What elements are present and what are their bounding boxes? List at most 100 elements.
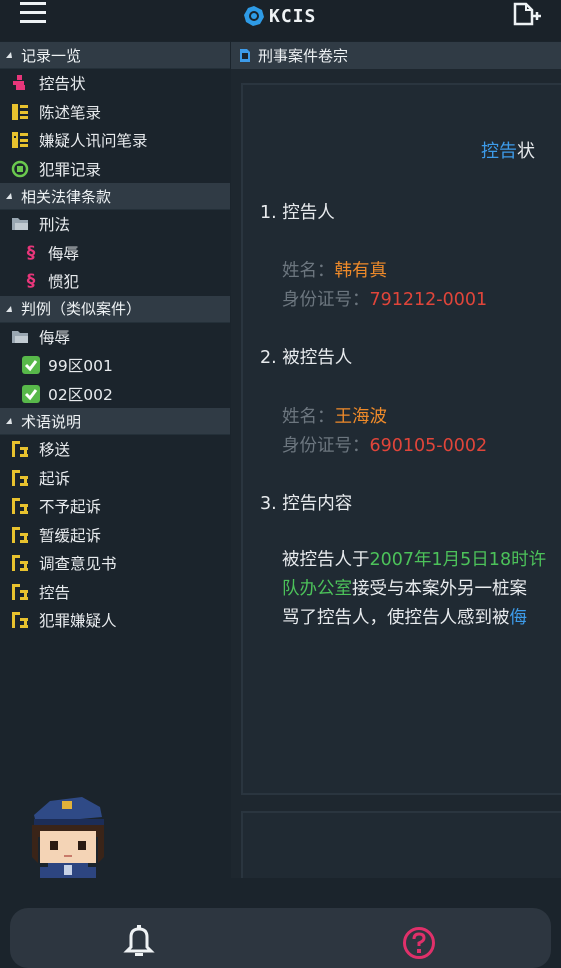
next-document (241, 811, 561, 878)
sidebar-item-label: 起诉 (39, 469, 71, 488)
complaint-line-3: 骂了控告人，使控告人感到被侮 (282, 604, 527, 633)
sidebar-item-label: 不予起诉 (39, 498, 102, 517)
case-file-title: 刑事案件卷宗 (258, 47, 349, 65)
sidebar-item-label: 惯犯 (48, 273, 80, 292)
document-title: 控告状 (481, 137, 535, 163)
sidebar-term-prosecution[interactable]: 起诉 (0, 464, 230, 493)
accused-id[interactable]: 690105-0002 (370, 436, 488, 456)
id-label: 身份证号： (282, 290, 370, 310)
term-icon (12, 555, 28, 572)
statement-icon (12, 103, 28, 120)
sidebar-item-label: 控告 (39, 583, 71, 602)
line-text: 被控告人于 (282, 550, 370, 570)
section-header-records[interactable]: 记录一览 (0, 42, 230, 69)
section-header-terms[interactable]: 术语说明 (0, 408, 230, 435)
complaint-line-2: 队办公室接受与本案外另一桩案 (282, 575, 527, 604)
term-icon (12, 526, 28, 543)
incident-location[interactable]: 队办公室 (282, 579, 352, 599)
sidebar-term-suspect[interactable]: 犯罪嫌疑人 (0, 606, 230, 635)
sidebar-item-label: 犯罪嫌疑人 (39, 612, 117, 631)
criminal-record-icon (11, 160, 29, 177)
complaint-icon (13, 75, 25, 91)
sidebar-folder-insult[interactable]: 侮辱 (0, 323, 230, 352)
line-text: 接受与本案外另一桩案 (352, 579, 527, 599)
sidebar-item-complaint[interactable]: 控告状 (0, 69, 230, 98)
app-logo: KCIS (243, 3, 316, 29)
section-title: 判例（类似案件） (21, 300, 142, 318)
sidebar: 记录一览 控告状 陈述笔录 嫌疑人讯问笔录 犯罪记录 相关法律条款 刑法 § 侮… (0, 42, 230, 878)
sidebar-term-complaint[interactable]: 控告 (0, 578, 230, 607)
term-icon (12, 498, 28, 515)
sidebar-term-deferred-prosecution[interactable]: 暂缓起诉 (0, 521, 230, 550)
document-title-keyword[interactable]: 控告 (481, 141, 517, 162)
sidebar-item-label: 刑法 (39, 216, 71, 235)
section-icon: § (26, 271, 36, 292)
collapse-icon (6, 193, 12, 199)
sidebar-term-transfer[interactable]: 移送 (0, 435, 230, 464)
bell-icon[interactable] (122, 923, 156, 957)
section-title: 记录一览 (21, 46, 82, 65)
section-title: 相关法律条款 (21, 187, 112, 206)
sidebar-item-label: 99区001 (48, 357, 113, 376)
section-title: 术语说明 (21, 412, 82, 431)
case-file-header: 刑事案件卷宗 (231, 42, 561, 69)
document-title-rest: 状 (517, 141, 535, 162)
sidebar-item-label: 暂缓起诉 (39, 526, 102, 545)
accused-name[interactable]: 王海波 (335, 407, 388, 427)
sidebar-item-habitual-offender[interactable]: § 惯犯 (0, 267, 230, 296)
sidebar-item-label: 调查意见书 (39, 555, 117, 574)
collapse-icon (6, 305, 12, 312)
sidebar-item-label: 控告状 (39, 75, 86, 94)
line-text: 骂了控告人，使控告人感到被 (282, 608, 510, 628)
id-label: 身份证号： (282, 436, 370, 456)
name-label: 姓名： (282, 261, 335, 281)
complainant-name[interactable]: 韩有真 (335, 261, 388, 281)
sidebar-term-investigation-report[interactable]: 调查意见书 (0, 549, 230, 578)
logo-mark-icon (244, 6, 264, 26)
sidebar-item-statement[interactable]: 陈述笔录 (0, 98, 230, 127)
top-bar: KCIS (0, 0, 561, 41)
collapse-icon (6, 52, 12, 58)
accused-name-row: 姓名：王海波 (282, 403, 387, 428)
sidebar-item-case-02-002[interactable]: 02区002 (0, 380, 230, 409)
sidebar-item-label: 嫌疑人讯问笔录 (39, 132, 148, 151)
insult-keyword[interactable]: 侮 (510, 608, 528, 628)
bottom-bar (0, 878, 561, 968)
sidebar-item-label: 侮辱 (48, 244, 80, 263)
section-complainant: 1. 控告人 (260, 203, 335, 223)
help-icon[interactable] (402, 926, 436, 960)
logo-text: KCIS (269, 5, 317, 27)
section-complaint-content: 3. 控告内容 (260, 494, 353, 514)
check-icon (22, 356, 40, 375)
document-viewer[interactable]: 控告状 1. 控告人 姓名：韩有真 身份证号：791212-0001 2. 被控… (231, 69, 561, 878)
complainant-name-row: 姓名：韩有真 (282, 257, 387, 282)
accused-id-row: 身份证号：690105-0002 (282, 432, 487, 457)
folder-icon (12, 218, 28, 231)
complainant-id-row: 身份证号：791212-0001 (282, 286, 487, 311)
document-icon (240, 49, 250, 62)
section-header-laws[interactable]: 相关法律条款 (0, 183, 230, 210)
section-accused: 2. 被控告人 (260, 348, 353, 368)
sidebar-folder-criminal-law[interactable]: 刑法 (0, 210, 230, 239)
sidebar-item-suspect-interrogation[interactable]: 嫌疑人讯问笔录 (0, 126, 230, 155)
export-icon[interactable] (512, 2, 542, 26)
bottom-toolbar (10, 908, 551, 968)
sidebar-item-criminal-record[interactable]: 犯罪记录 (0, 155, 230, 184)
menu-icon[interactable] (20, 2, 46, 24)
complaint-line-1: 被控告人于2007年1月5日18时许 (282, 546, 546, 575)
sidebar-item-insult-law[interactable]: § 侮辱 (0, 239, 230, 268)
sidebar-item-label: 侮辱 (39, 328, 71, 347)
section-header-precedents[interactable]: 判例（类似案件） (0, 295, 230, 323)
incident-datetime[interactable]: 2007年1月5日18时许 (370, 550, 547, 570)
folder-icon (12, 330, 28, 343)
term-icon (12, 441, 28, 458)
sidebar-item-label: 陈述笔录 (39, 103, 102, 122)
interrogation-icon (12, 132, 28, 149)
sidebar-item-label: 02区002 (48, 385, 113, 404)
complainant-id[interactable]: 791212-0001 (370, 290, 488, 310)
sidebar-term-non-prosecution[interactable]: 不予起诉 (0, 492, 230, 521)
term-icon (12, 469, 28, 486)
name-label: 姓名： (282, 407, 335, 427)
sidebar-item-label: 犯罪记录 (39, 160, 102, 179)
sidebar-item-case-99-001[interactable]: 99区001 (0, 351, 230, 380)
